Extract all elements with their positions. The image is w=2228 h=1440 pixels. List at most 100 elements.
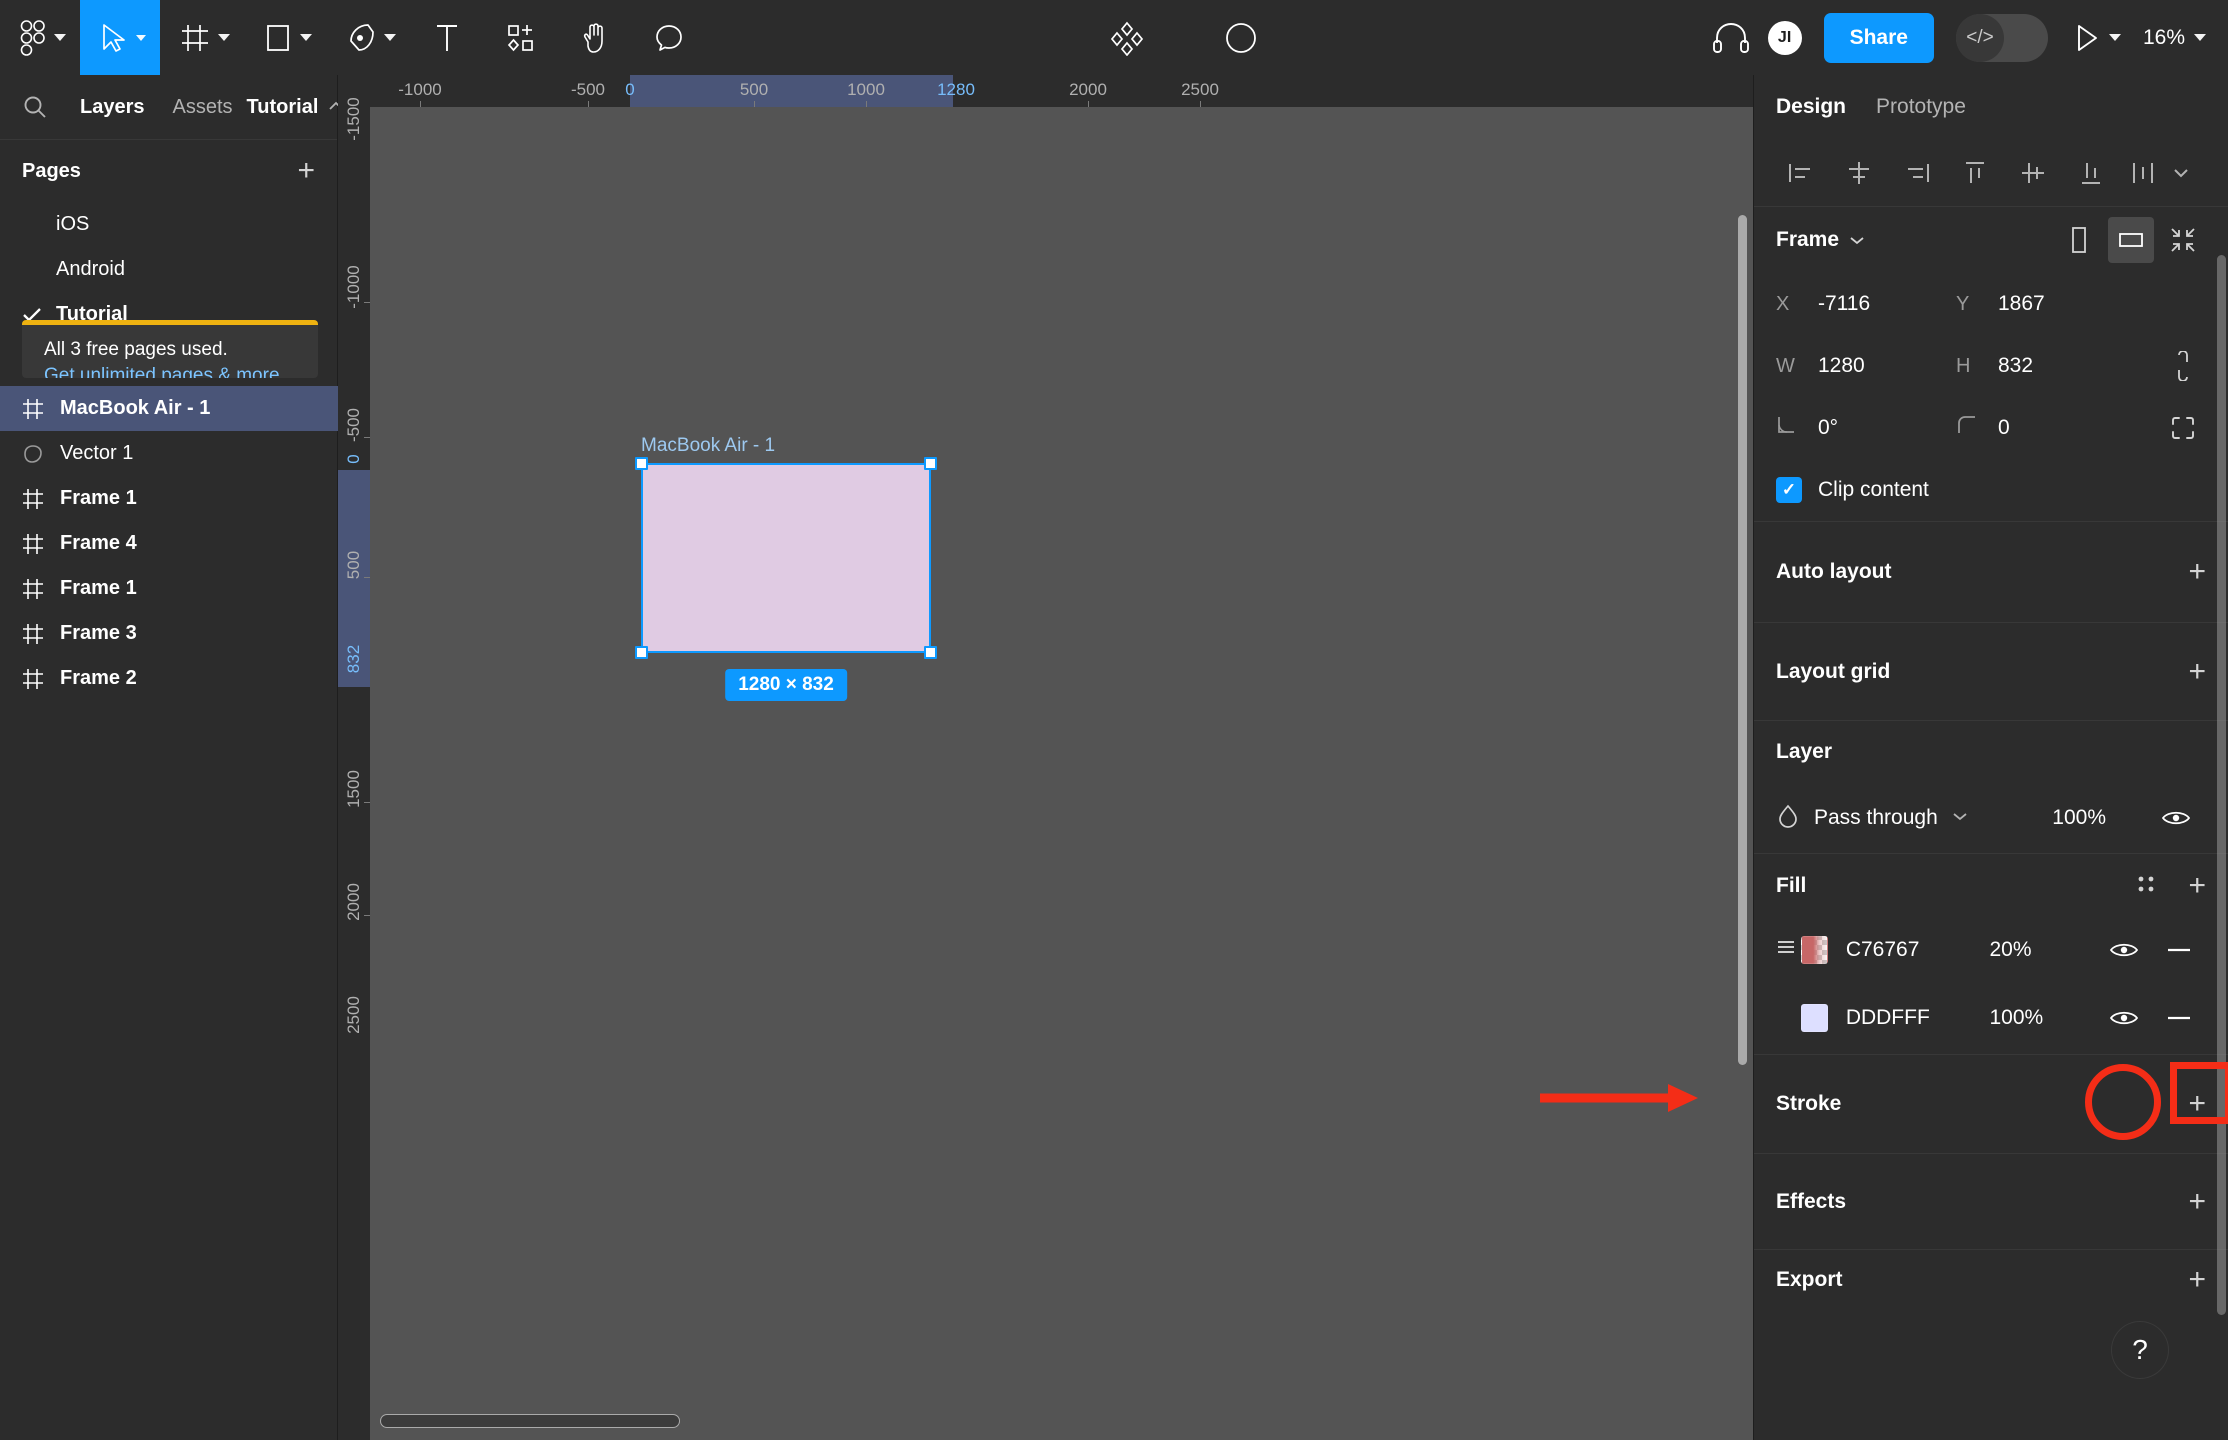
align-horizontal-center-icon[interactable] [1830,149,1888,197]
ruler-tick: -500 [344,407,363,443]
add-effect-button[interactable]: + [2188,1186,2206,1217]
x-field[interactable]: X -7116 [1776,292,1956,316]
resize-handle-bottom-right[interactable] [924,646,937,659]
right-panel-scrollbar[interactable] [2217,255,2226,1315]
plugins-icon-button[interactable] [1090,0,1164,75]
fill-hex-value[interactable]: C76767 [1846,938,1990,962]
page-item-ios[interactable]: iOS [0,202,337,247]
chevron-down-icon[interactable] [2166,149,2196,197]
tab-prototype[interactable]: Prototype [1876,95,1982,119]
lock-aspect-ratio-icon[interactable] [2160,343,2206,389]
resize-handle-top-left[interactable] [635,457,648,470]
move-tool-button[interactable] [80,0,160,75]
share-button[interactable]: Share [1823,12,1934,63]
canvas-horizontal-scrollbar[interactable] [380,1414,680,1428]
fill-row-visibility-toggle[interactable] [2095,940,2152,960]
fill-row-remove-button[interactable] [2152,1015,2206,1021]
align-top-icon[interactable] [1946,149,2004,197]
align-right-icon[interactable] [1888,149,1946,197]
clip-content-checkbox[interactable]: ✓ [1776,477,1802,503]
add-fill-button[interactable]: + [2188,871,2206,901]
layer-row[interactable]: Frame 4 [0,521,338,566]
fill-opacity-value[interactable]: 20% [1990,938,2095,962]
add-layout-grid-button[interactable]: + [2188,656,2206,687]
page-item-android[interactable]: Android [0,247,337,292]
components-tool-button[interactable] [484,0,558,75]
distribute-icon[interactable] [2120,149,2166,197]
rotation-field[interactable]: 0° [1776,414,1956,442]
corner-radius-field[interactable]: 0 [1956,414,2136,442]
present-button[interactable] [2064,23,2133,53]
zoom-control[interactable]: 16% [2133,26,2216,50]
frame-tool-button[interactable] [160,0,244,75]
landscape-orientation-button[interactable] [2108,217,2154,263]
horizontal-ruler[interactable]: -1000 -500 0 500 1000 1280 2000 2500 [338,75,1753,107]
chevron-down-icon[interactable] [1952,809,1968,827]
frame-name-label[interactable]: MacBook Air - 1 [641,435,931,457]
y-field[interactable]: Y 1867 [1956,292,2136,316]
height-field[interactable]: H 832 [1956,354,2136,378]
chevron-down-icon[interactable] [1849,228,1865,252]
ruler-selection-range-h [630,75,953,107]
layer-row[interactable]: Frame 1 [0,566,338,611]
clip-content-row[interactable]: ✓ Clip content [1776,459,2206,521]
frame-body[interactable]: 1280 × 832 [635,457,937,701]
align-left-icon[interactable] [1772,149,1830,197]
resize-to-fit-icon[interactable] [2160,217,2206,263]
chevron-down-icon [300,34,312,41]
search-icon[interactable] [22,94,48,120]
fill-color-swatch[interactable] [1800,1004,1828,1032]
resize-handle-bottom-left[interactable] [635,646,648,659]
tab-design[interactable]: Design [1776,95,1862,119]
help-button[interactable]: ? [2112,1322,2168,1378]
layer-row[interactable]: Frame 2 [0,656,338,701]
add-stroke-button[interactable]: + [2188,1089,2206,1119]
fill-styles-icon[interactable] [2134,872,2158,901]
layer-row[interactable]: MacBook Air - 1 [0,386,338,431]
blend-mode-value[interactable]: Pass through [1814,806,1938,830]
independent-corners-icon[interactable] [2160,405,2206,451]
width-field[interactable]: W 1280 [1776,354,1956,378]
layer-opacity-value[interactable]: 100% [2052,806,2106,830]
vertical-ruler[interactable]: -1500 -1000 -500 0 500 832 1500 2000 250… [338,97,370,1440]
fill-hex-value[interactable]: DDDFFF [1846,1006,1990,1030]
fill-opacity-value[interactable]: 100% [1990,1006,2095,1030]
add-auto-layout-button[interactable]: + [2188,557,2206,587]
fill-row-remove-button[interactable] [2152,947,2206,953]
align-vertical-center-icon[interactable] [2004,149,2062,197]
selected-frame[interactable]: MacBook Air - 1 1280 × 832 [635,435,937,701]
canvas-vertical-scrollbar[interactable] [1738,215,1747,1065]
layer-visibility-toggle[interactable] [2146,808,2206,828]
canvas[interactable]: -1000 -500 0 500 1000 1280 2000 2500 -15… [338,75,1753,1440]
contrast-icon-button[interactable] [1204,0,1278,75]
figma-logo-icon-button[interactable] [0,0,80,75]
align-bottom-icon[interactable] [2062,149,2120,197]
pen-tool-button[interactable] [326,0,410,75]
zoom-level-label: 16% [2142,25,2185,49]
portrait-orientation-button[interactable] [2056,217,2102,263]
resize-handle-top-right[interactable] [924,457,937,470]
effects-title: Effects [1776,1189,1847,1213]
layer-row[interactable]: Frame 3 [0,611,338,656]
upsell-link[interactable]: Get unlimited pages & more [44,363,318,378]
fill-row-visibility-toggle[interactable] [2095,1008,2152,1028]
headphones-icon-button[interactable] [1712,21,1750,55]
ruler-tick: -1500 [344,97,363,141]
drag-handle-icon[interactable] [1776,937,1801,963]
dev-mode-toggle[interactable]: </> [1955,13,2048,62]
hand-tool-button[interactable] [558,0,632,75]
text-tool-button[interactable] [410,0,484,75]
tab-assets[interactable]: Assets [159,96,247,119]
layer-row[interactable]: Vector 1 [0,431,338,476]
layout-grid-title: Layout grid [1776,659,1891,683]
comment-tool-button[interactable] [632,0,706,75]
fill-color-swatch[interactable] [1800,936,1828,964]
layer-row[interactable]: Frame 1 [0,476,338,521]
avatar[interactable]: JI [1767,20,1802,55]
tab-layers[interactable]: Layers [66,96,159,119]
x-value: -7116 [1818,292,1871,315]
shape-tool-button[interactable] [244,0,326,75]
add-export-button[interactable]: + [2188,1265,2206,1295]
add-page-button[interactable]: + [297,156,315,186]
ruler-tick: -500 [570,80,606,99]
